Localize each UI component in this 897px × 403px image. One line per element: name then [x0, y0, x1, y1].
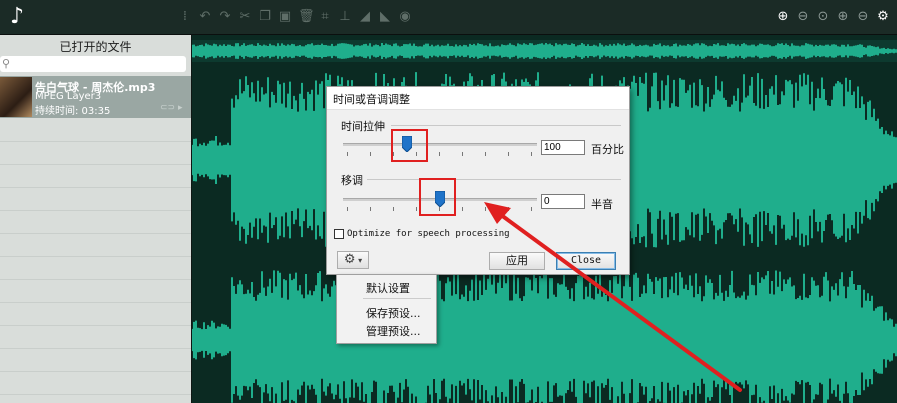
group-divider	[391, 125, 621, 126]
pitch-label: 移调	[341, 174, 363, 187]
slider-tick	[370, 207, 371, 211]
preset-menu-button[interactable]: ⚙ ▾	[337, 251, 369, 269]
time-stretch-track[interactable]	[343, 143, 537, 146]
opened-files-panel: 已打开的文件 ⚲ 告白气球 - 周杰伦.mp3 MPEG Layer3 持续时间…	[0, 35, 191, 403]
menu-item-save-preset[interactable]: 保存预设...	[366, 305, 421, 321]
slider-tick	[462, 152, 463, 156]
fade-in-icon[interactable]: ◢	[358, 10, 372, 24]
chevron-down-icon: ▾	[355, 256, 363, 265]
time-stretch-unit: 百分比	[591, 143, 624, 156]
optimize-speech-label: Optimize for speech processing	[347, 229, 510, 239]
toolbar-handle-icon: ⁞	[182, 9, 188, 24]
close-button[interactable]: Close	[556, 252, 616, 270]
file-search[interactable]: ⚲	[0, 56, 186, 72]
zoom-selection-icon[interactable]: ⊙	[816, 10, 830, 24]
zoom-out-icon[interactable]: ⊖	[796, 10, 810, 24]
copy-icon[interactable]: ❐	[258, 10, 272, 24]
optimize-speech-checkbox[interactable]	[334, 229, 344, 239]
album-art	[0, 77, 32, 117]
slider-tick	[485, 152, 486, 156]
file-format: MPEG Layer3	[35, 91, 102, 102]
apply-button[interactable]: 应用	[489, 252, 545, 270]
paste-icon[interactable]: ▣	[278, 10, 292, 24]
main-toolbar: ♪ ⁞ ↶ ↷ ✂ ❐ ▣ 🗑 ⌗ ⊥ ◢ ◣ ◉ ⊕ ⊖ ⊙ ⊕ ⊖ ⚙	[0, 0, 897, 35]
slider-tick	[508, 152, 509, 156]
search-icon: ⚲	[2, 57, 11, 70]
zoom-settings-icon[interactable]: ⚙	[876, 10, 890, 24]
time-pitch-dialog: 时间或音调调整 时间拉伸 百分比 移调 半音 Optimize for spee…	[326, 86, 630, 275]
dialog-titlebar: 时间或音调调整	[327, 87, 629, 110]
slider-tick	[531, 207, 532, 211]
zoom-fit-icon[interactable]: ⊕	[836, 10, 850, 24]
dialog-title: 时间或音调调整	[333, 93, 410, 106]
music-note-icon: ♪	[9, 4, 25, 29]
crop-icon[interactable]: ⌗	[318, 10, 332, 24]
redo-icon[interactable]: ↷	[218, 10, 232, 24]
menu-separator	[363, 298, 431, 299]
time-stretch-input[interactable]	[541, 140, 585, 155]
file-list-empty	[0, 119, 191, 403]
zoom-full-icon[interactable]: ⊖	[856, 10, 870, 24]
slider-tick	[393, 207, 394, 211]
search-input[interactable]	[14, 56, 179, 72]
pitch-unit: 半音	[591, 198, 613, 211]
undo-icon[interactable]: ↶	[198, 10, 212, 24]
menu-item-manage-presets[interactable]: 管理预设...	[366, 323, 421, 339]
slider-tick	[439, 152, 440, 156]
pitch-input[interactable]	[541, 194, 585, 209]
group-divider	[367, 179, 621, 180]
normalize-icon[interactable]: ⊥	[338, 10, 352, 24]
delete-icon[interactable]: 🗑	[298, 10, 315, 24]
slider-tick	[370, 152, 371, 156]
slider-tick	[531, 152, 532, 156]
gear-icon: ⚙	[343, 252, 356, 267]
fade-out-icon[interactable]: ◣	[378, 10, 392, 24]
panel-title: 已打开的文件	[59, 40, 132, 54]
preset-dropdown-menu: 默认设置 保存预设... 管理预设...	[336, 274, 437, 344]
slider-tick	[508, 207, 509, 211]
highlight-box	[391, 129, 428, 162]
file-duration: 持续时间: 03:35	[35, 106, 111, 117]
cut-icon[interactable]: ✂	[238, 10, 252, 24]
slider-tick	[347, 207, 348, 211]
slider-tick	[347, 152, 348, 156]
menu-item-default[interactable]: 默认设置	[366, 280, 410, 296]
slider-tick	[416, 207, 417, 211]
zoom-in-icon[interactable]: ⊕	[776, 10, 790, 24]
list-item[interactable]: 告白气球 - 周杰伦.mp3 MPEG Layer3 持续时间: 03:35 ⊂…	[0, 76, 191, 118]
zoom-toolbar: ⊕ ⊖ ⊙ ⊕ ⊖ ⚙	[776, 6, 890, 28]
edit-toolbar: ⁞ ↶ ↷ ✂ ❐ ▣ 🗑 ⌗ ⊥ ◢ ◣ ◉	[178, 6, 412, 28]
sound-icon[interactable]: ◉	[398, 10, 412, 24]
slider-tick	[462, 207, 463, 211]
time-stretch-label: 时间拉伸	[341, 120, 385, 133]
highlight-box	[419, 178, 456, 216]
slider-tick	[485, 207, 486, 211]
link-icon: ⊂⊃ ▸	[160, 103, 183, 113]
